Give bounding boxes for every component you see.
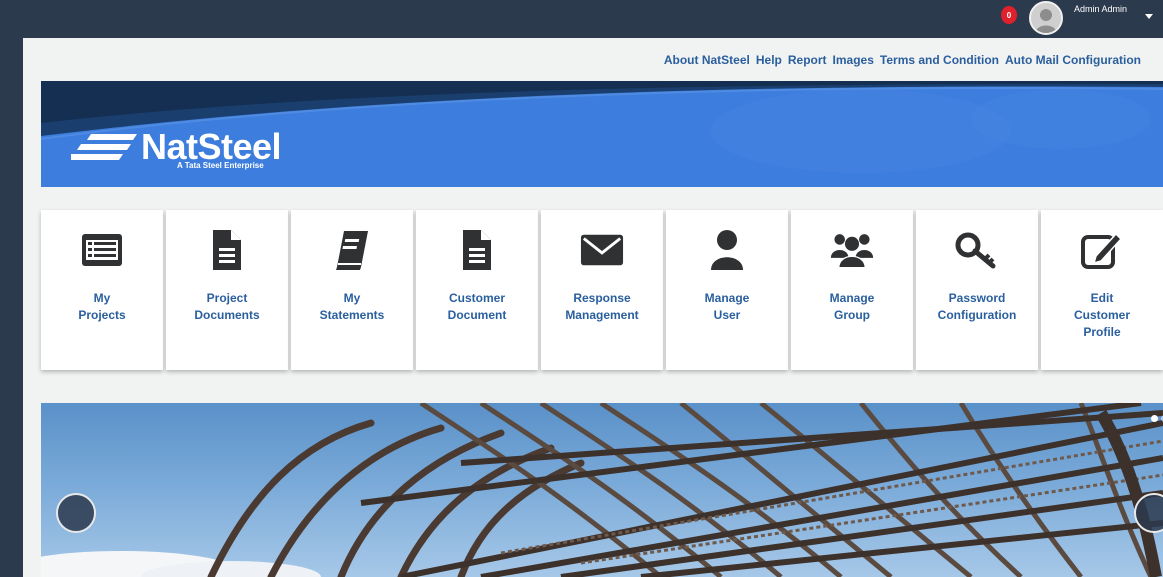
tile-label: Response Management	[565, 291, 639, 322]
user-name[interactable]: Admin Admin	[1074, 4, 1127, 14]
top-bar: 0 Admin Admin	[0, 0, 1163, 38]
list-icon	[80, 228, 124, 272]
user-icon	[705, 228, 749, 272]
top-nav-links: About NatSteel Help Report Images Terms …	[664, 53, 1141, 67]
tile-customer-document[interactable]: Customer Document	[416, 210, 538, 370]
tile-response-management[interactable]: Response Management	[541, 210, 663, 370]
tile-edit-customer-profile[interactable]: Edit Customer Profile	[1041, 210, 1163, 370]
link-auto-mail-configuration[interactable]: Auto Mail Configuration	[1005, 53, 1141, 67]
book-icon	[330, 228, 374, 272]
main-panel: About NatSteel Help Report Images Terms …	[23, 38, 1163, 577]
tile-label: Project Documents	[194, 291, 260, 322]
tile-project-documents[interactable]: Project Documents	[166, 210, 288, 370]
document-icon	[205, 228, 249, 272]
link-report[interactable]: Report	[788, 53, 827, 67]
link-images[interactable]: Images	[833, 53, 874, 67]
group-icon	[830, 228, 874, 272]
tile-my-projects[interactable]: My Projects	[41, 210, 163, 370]
quick-access-tiles: My Projects Project Documents My Stateme…	[41, 210, 1163, 370]
tile-label: Manage Group	[829, 291, 875, 322]
envelope-icon	[580, 228, 624, 272]
brand-banner: NatSteel A Tata Steel Enterprise	[41, 81, 1163, 187]
natsteel-logo-icon	[71, 134, 137, 160]
avatar[interactable]	[1029, 1, 1063, 35]
link-help[interactable]: Help	[756, 53, 782, 67]
document-icon	[455, 228, 499, 272]
image-carousel	[41, 403, 1163, 577]
carousel-image	[41, 403, 1163, 577]
carousel-prev-button[interactable]	[56, 493, 96, 533]
tile-label: Customer Document	[447, 291, 507, 322]
logo-text: NatSteel	[141, 126, 282, 167]
tile-label: My Projects	[78, 291, 126, 322]
chevron-down-icon[interactable]	[1145, 14, 1153, 19]
tile-password-configuration[interactable]: Password Configuration	[916, 210, 1038, 370]
tile-my-statements[interactable]: My Statements	[291, 210, 413, 370]
tile-label: Edit Customer Profile	[1073, 291, 1130, 339]
tile-label: My Statements	[319, 291, 385, 322]
natsteel-logo: NatSteel	[71, 126, 282, 167]
logo-tagline: A Tata Steel Enterprise	[177, 161, 264, 170]
tile-manage-user[interactable]: Manage User	[666, 210, 788, 370]
link-about-natsteel[interactable]: About NatSteel	[664, 53, 750, 67]
tile-label: Manage User	[704, 291, 750, 322]
edit-icon	[1080, 228, 1124, 272]
notification-badge[interactable]: 0	[1001, 6, 1017, 24]
link-terms-and-condition[interactable]: Terms and Condition	[880, 53, 999, 67]
key-icon	[955, 228, 999, 272]
tile-manage-group[interactable]: Manage Group	[791, 210, 913, 370]
carousel-indicator-active[interactable]	[1151, 415, 1158, 422]
tile-label: Password Configuration	[937, 291, 1017, 322]
